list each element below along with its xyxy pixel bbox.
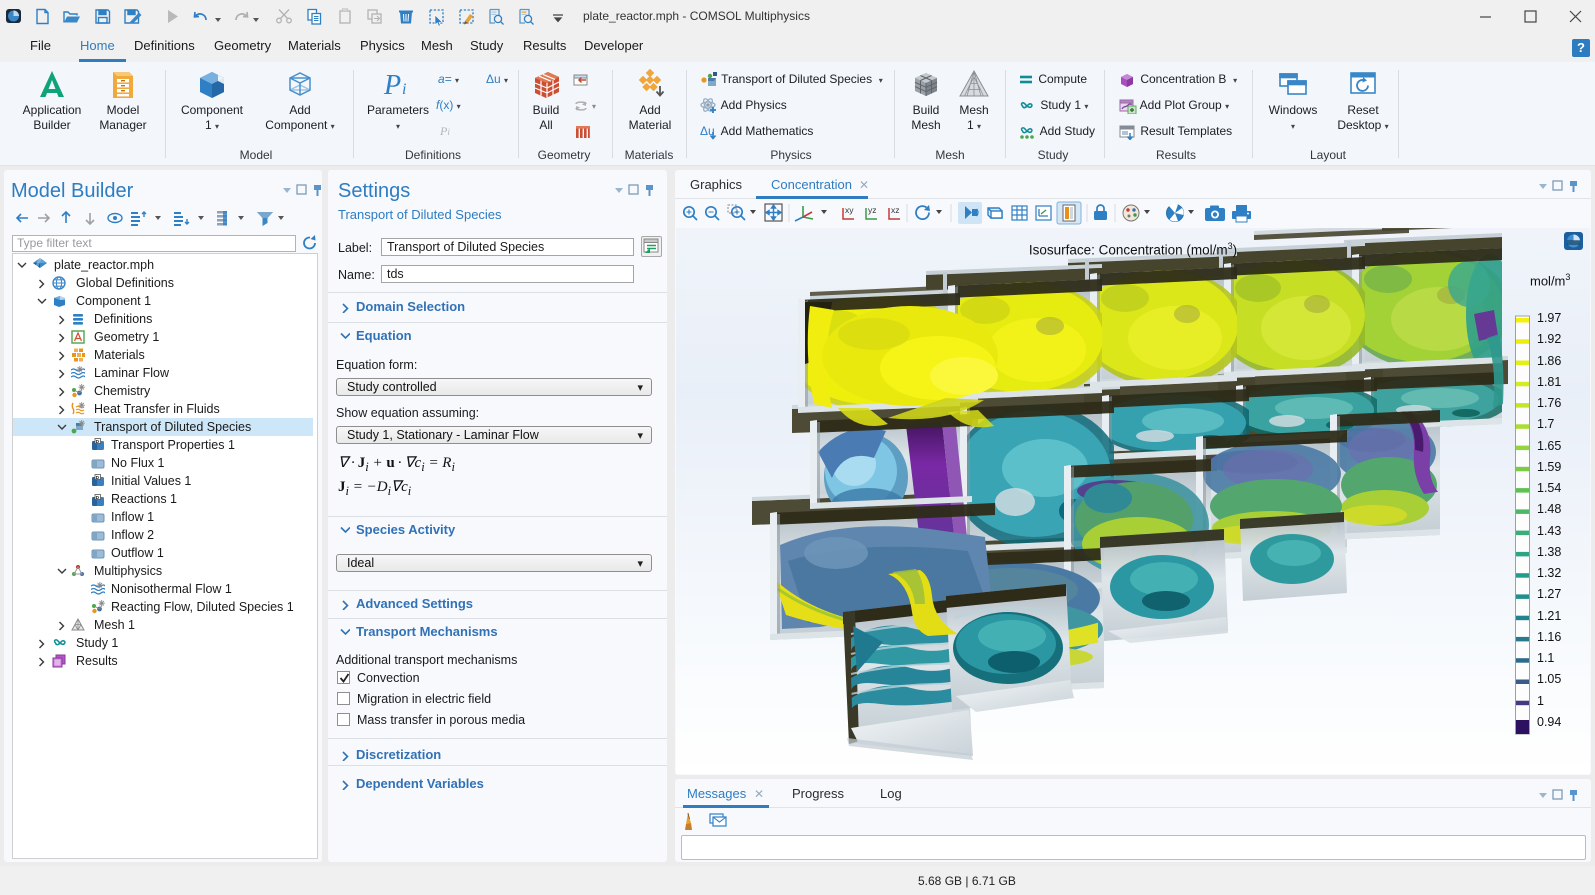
svg-text:xy: xy: [845, 205, 854, 215]
svg-text:P: P: [383, 70, 401, 100]
svg-text:i: i: [402, 81, 406, 98]
svg-text:xz: xz: [891, 205, 900, 215]
svg-text:yz: yz: [868, 205, 877, 215]
